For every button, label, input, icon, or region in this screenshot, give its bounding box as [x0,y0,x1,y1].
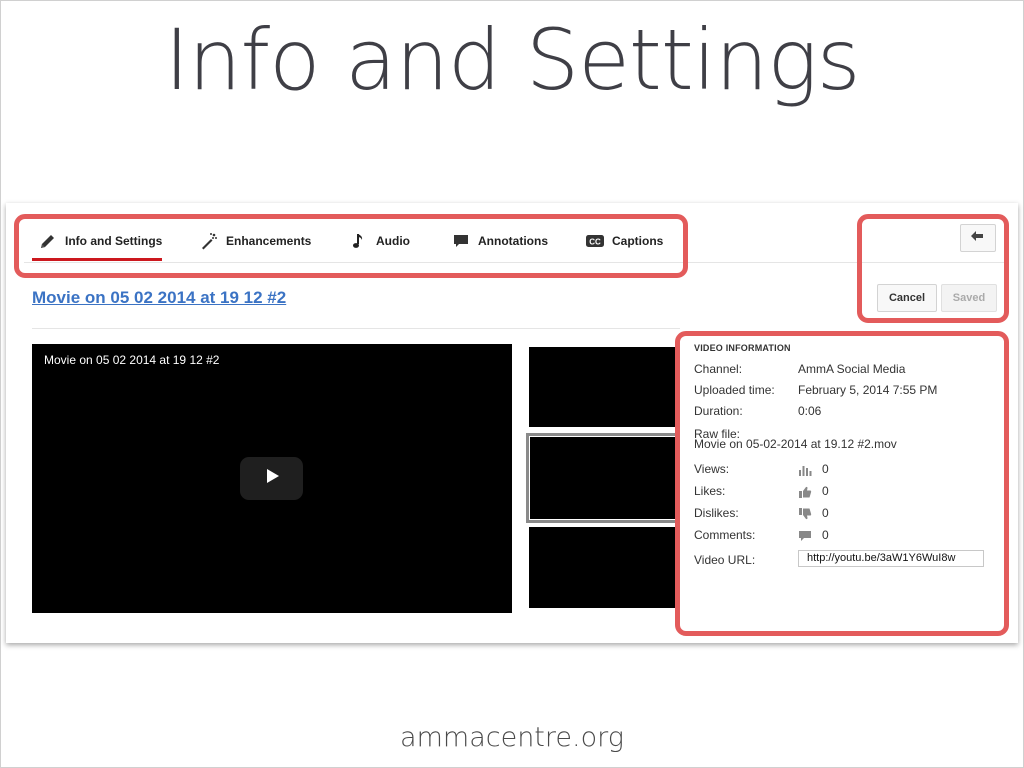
music-note-icon [349,232,369,250]
thumbnail-option-2-selected[interactable] [526,433,680,523]
dislikes-value: 0 [822,506,829,520]
svg-text:CC: CC [589,238,601,247]
duration-label: Duration: [694,404,743,418]
slide-title: Info and Settings [164,11,860,109]
uploaded-value: February 5, 2014 7:55 PM [798,383,938,397]
bar-chart-icon [798,464,812,476]
pencil-icon [38,232,58,250]
video-url-field[interactable]: http://youtu.be/3aW1Y6WuI8w [798,550,984,567]
dislikes-label: Dislikes: [694,506,739,520]
tab-enhancements[interactable]: Enhancements [199,224,311,258]
uploaded-label: Uploaded time: [694,383,775,397]
slide-footer: ammacentre.org [400,722,624,753]
thumbs-down-icon [798,508,812,520]
dislikes-row: Dislikes: 0 [694,506,994,522]
channel-row: Channel: AmmA Social Media [694,362,994,378]
tab-label: Enhancements [226,234,312,248]
magic-wand-icon [199,232,219,250]
views-value: 0 [822,462,829,476]
duration-value: 0:06 [798,404,822,418]
play-icon [263,467,281,490]
views-label: Views: [694,462,730,476]
likes-row: Likes: 0 [694,484,994,500]
active-tab-indicator [32,258,162,261]
tab-label: Info and Settings [65,234,163,248]
channel-label: Channel: [694,362,743,376]
thumbs-up-icon [798,486,812,498]
content-divider [32,328,680,329]
cc-icon: CC [585,232,605,250]
video-url-label: Video URL: [694,553,756,567]
video-information-heading: VIDEO INFORMATION [694,343,791,353]
comments-row: Comments: 0 [694,528,994,544]
thumbnail-option-1[interactable] [529,347,675,427]
tab-label: Audio [376,234,410,248]
tabs-divider [24,262,1008,263]
tab-label: Annotations [478,234,548,248]
thumbnail-option-3[interactable] [529,527,675,608]
views-row: Views: 0 [694,462,994,478]
channel-value: AmmA Social Media [798,362,906,376]
duration-row: Duration: 0:06 [694,404,994,420]
raw-file-value: Movie on 05-02-2014 at 19.12 #2.mov [694,437,897,451]
tab-captions[interactable]: CC Captions [585,224,663,258]
video-title-link[interactable]: Movie on 05 02 2014 at 19 12 #2 [32,288,286,308]
back-arrow-icon [970,229,986,247]
likes-label: Likes: [694,484,726,498]
tab-info-and-settings[interactable]: Info and Settings [38,224,162,258]
video-player[interactable]: Movie on 05 02 2014 at 19 12 #2 [32,344,512,613]
player-overlay-title: Movie on 05 02 2014 at 19 12 #2 [44,353,220,367]
uploaded-row: Uploaded time: February 5, 2014 7:55 PM [694,383,994,399]
back-button[interactable] [960,224,996,252]
play-button[interactable] [240,457,303,500]
cancel-button[interactable]: Cancel [877,284,937,312]
tab-annotations[interactable]: Annotations [451,224,548,258]
comment-bubble-icon [798,530,812,542]
speech-bubble-icon [451,232,471,250]
comments-value: 0 [822,528,829,542]
tab-label: Captions [612,234,664,248]
likes-value: 0 [822,484,829,498]
tab-audio[interactable]: Audio [349,224,410,258]
saved-button[interactable]: Saved [941,284,997,312]
comments-label: Comments: [694,528,756,542]
